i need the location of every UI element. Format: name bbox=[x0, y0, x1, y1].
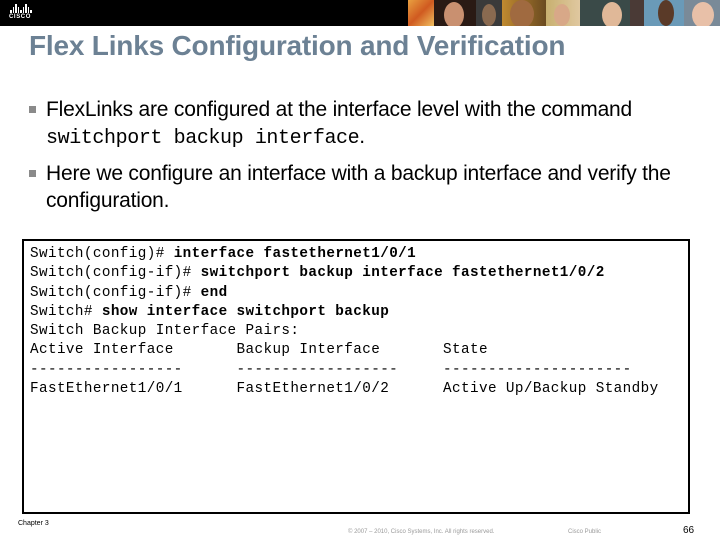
photo-6 bbox=[580, 0, 630, 26]
slide-title: Flex Links Configuration and Verificatio… bbox=[29, 30, 566, 61]
photo-5 bbox=[546, 0, 580, 26]
bullet-text-end: . bbox=[359, 125, 365, 148]
footer-copyright: © 2007 – 2010, Cisco Systems, Inc. All r… bbox=[348, 529, 495, 535]
photo-8 bbox=[644, 0, 684, 26]
square-bullet-icon bbox=[29, 170, 36, 177]
footer-chapter: Chapter 3 bbox=[18, 520, 49, 527]
page-number: 66 bbox=[683, 525, 695, 536]
footer-classification: Cisco Public bbox=[568, 529, 602, 535]
inline-code: switchport backup interface bbox=[46, 127, 360, 150]
photo-4 bbox=[502, 0, 546, 26]
photo-9 bbox=[684, 0, 720, 26]
code-line: Switch(config-if)# end bbox=[30, 284, 228, 301]
cisco-logo: CISCO bbox=[9, 4, 41, 22]
code-line: Switch(config-if)# switchport backup int… bbox=[30, 265, 605, 282]
photo-7 bbox=[630, 0, 644, 26]
bullet-item: FlexLinks are configured at the interfac… bbox=[28, 96, 688, 152]
code-line: FastEthernet1/0/1 FastEthernet1/0/2 Acti… bbox=[30, 381, 659, 398]
photo-1 bbox=[408, 0, 434, 26]
header-bar: CISCO bbox=[0, 0, 720, 26]
bullet-list: FlexLinks are configured at the interfac… bbox=[28, 96, 688, 222]
bullet-text: Here we configure an interface with a ba… bbox=[46, 162, 671, 212]
cli-output-box: Switch(config)# interface fastethernet1/… bbox=[22, 239, 690, 514]
cisco-bridge-icon bbox=[10, 4, 41, 13]
header-photo-strip bbox=[408, 0, 720, 26]
square-bullet-icon bbox=[29, 106, 36, 113]
code-line: Switch(config)# interface fastethernet1/… bbox=[30, 246, 417, 262]
code-line: Switch Backup Interface Pairs: bbox=[30, 323, 300, 340]
bullet-item: Here we configure an interface with a ba… bbox=[28, 160, 688, 214]
code-line: Active Interface Backup Interface State bbox=[30, 342, 488, 359]
cli-output: Switch(config)# interface fastethernet1/… bbox=[30, 245, 659, 399]
photo-3 bbox=[476, 0, 502, 26]
photo-2 bbox=[434, 0, 476, 26]
bullet-text: FlexLinks are configured at the interfac… bbox=[46, 98, 633, 121]
logo-text: CISCO bbox=[9, 14, 32, 20]
code-line: ----------------- ------------------ ---… bbox=[30, 361, 632, 378]
code-line: Switch# show interface switchport backup bbox=[30, 303, 390, 320]
